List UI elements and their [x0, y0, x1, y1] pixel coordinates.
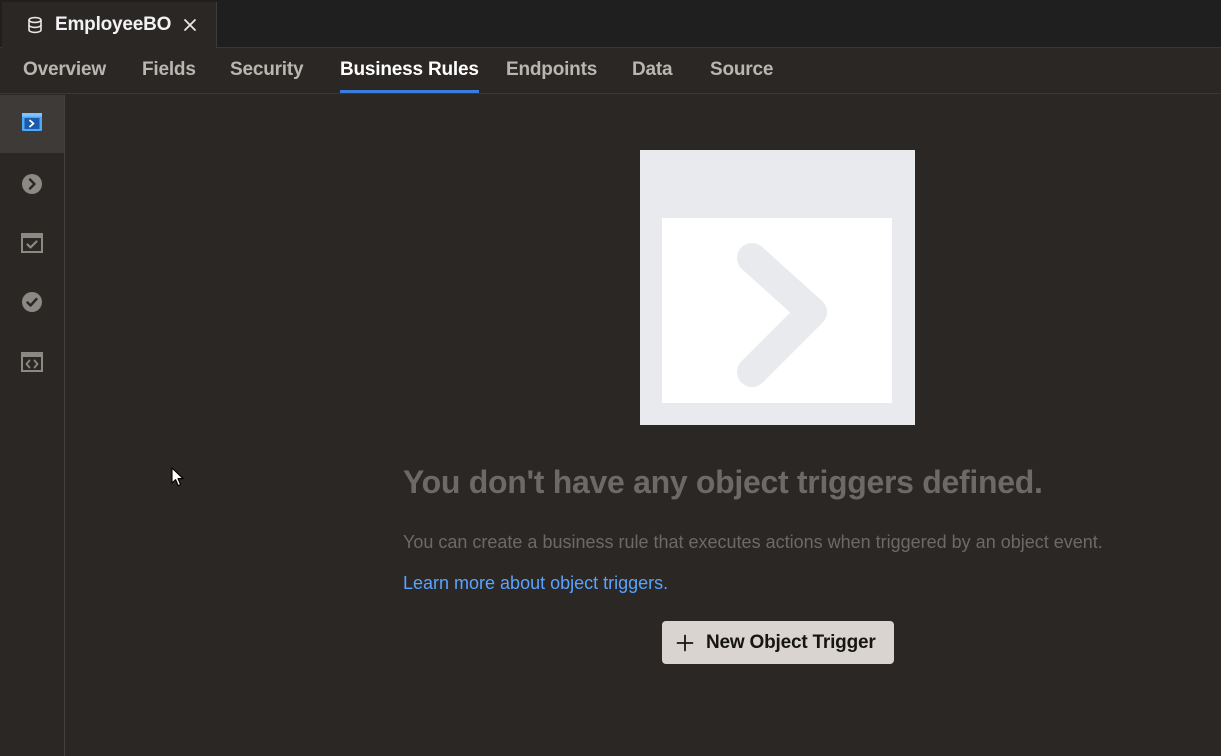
app-window: EmployeeBO Overview Fields Security Busi… [0, 0, 1221, 756]
object-function-icon [21, 351, 43, 377]
new-object-trigger-label: New Object Trigger [706, 631, 876, 653]
rail-item-field-validators[interactable] [0, 275, 64, 333]
close-icon[interactable] [183, 18, 197, 32]
rail-item-object-triggers[interactable] [0, 95, 64, 153]
database-icon [26, 16, 44, 34]
empty-state-description: You can create a business rule that exec… [403, 532, 1103, 552]
tab-business-rules[interactable]: Business Rules [340, 48, 479, 94]
object-validator-icon [21, 232, 43, 258]
business-rules-rail [0, 95, 65, 756]
rail-item-field-triggers[interactable] [0, 157, 64, 215]
tab-security[interactable]: Security [230, 48, 304, 94]
file-tab-label: EmployeeBO [55, 14, 172, 35]
tab-endpoints[interactable]: Endpoints [506, 48, 597, 94]
tab-data[interactable]: Data [632, 48, 673, 94]
field-validator-icon [21, 291, 43, 318]
tab-source[interactable]: Source [710, 48, 773, 94]
tab-overview[interactable]: Overview [23, 48, 106, 94]
editor-tab-strip: EmployeeBO [0, 0, 1221, 48]
mouse-pointer-icon [171, 467, 185, 487]
rail-item-object-validators[interactable] [0, 216, 64, 274]
chevron-right-illustration [640, 150, 915, 425]
file-tab-employeebo[interactable]: EmployeeBO [2, 2, 217, 48]
tab-fields[interactable]: Fields [142, 48, 196, 94]
learn-more-link[interactable]: Learn more about object triggers. [403, 573, 668, 594]
object-subnav: Overview Fields Security Business Rules … [0, 48, 1221, 94]
field-trigger-icon [21, 173, 43, 200]
plus-icon [676, 634, 694, 652]
object-trigger-icon [21, 112, 43, 137]
rail-item-object-functions[interactable] [0, 335, 64, 393]
empty-state-title: You don't have any object triggers defin… [403, 464, 1043, 500]
new-object-trigger-button[interactable]: New Object Trigger [662, 621, 894, 664]
